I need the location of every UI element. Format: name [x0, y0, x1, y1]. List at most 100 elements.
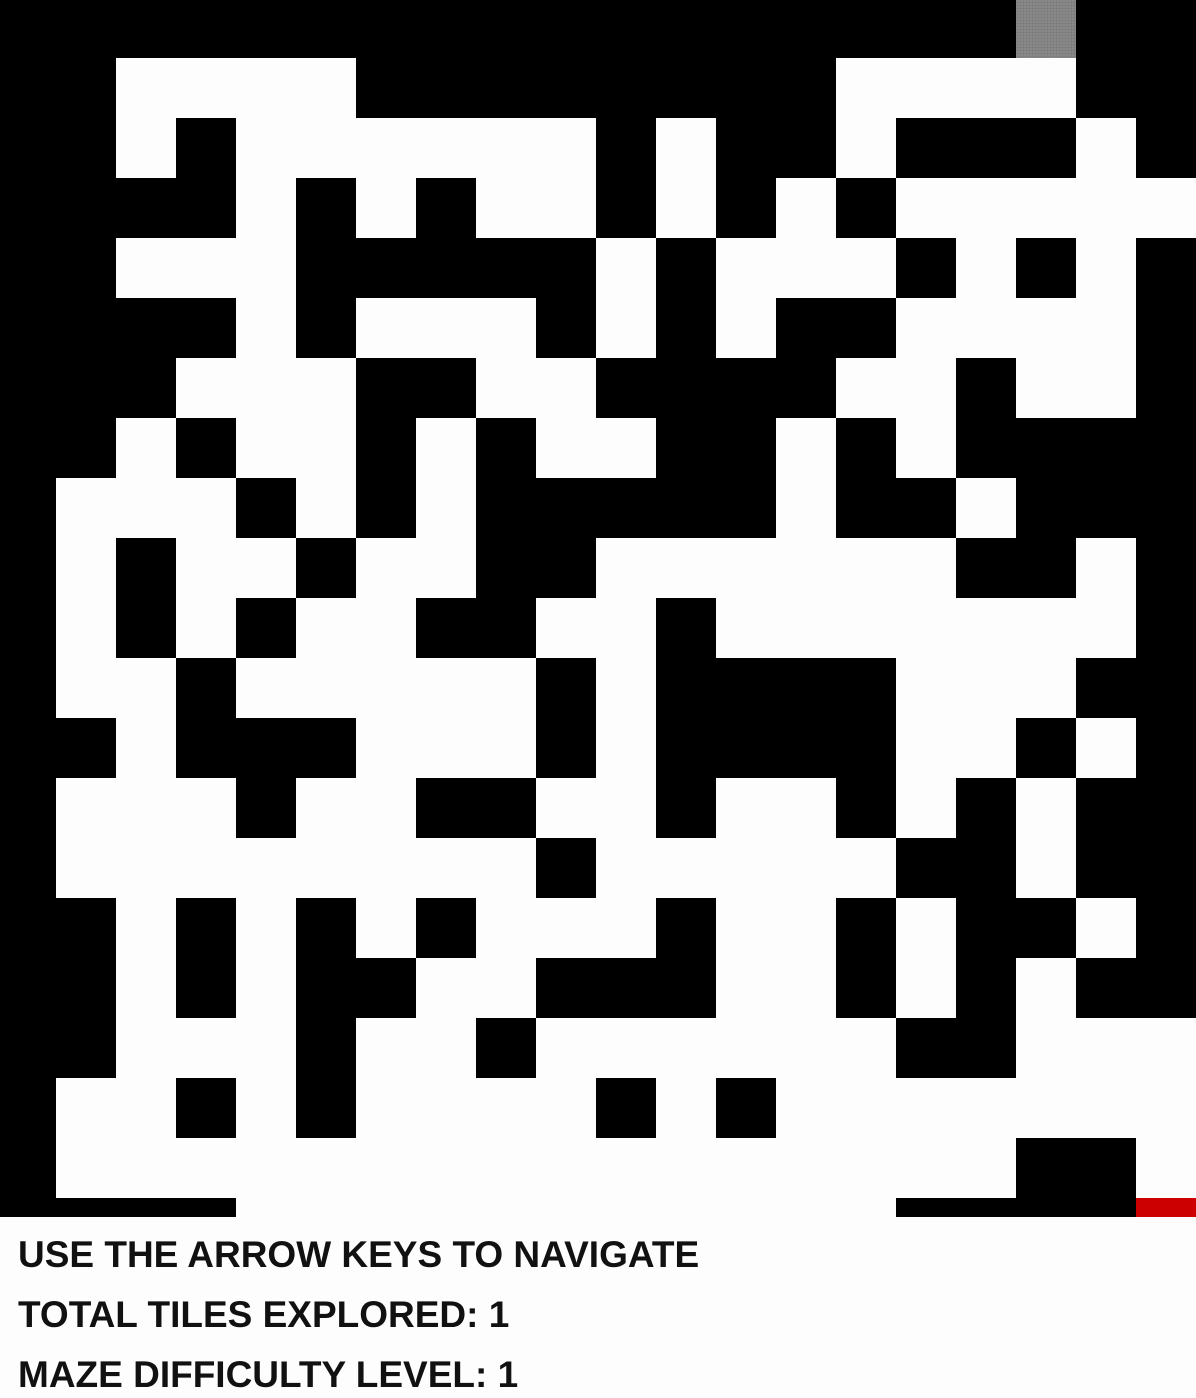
- path-tile: [56, 598, 116, 658]
- path-tile: [356, 1078, 416, 1138]
- path-tile: [776, 1018, 836, 1078]
- path-tile: [896, 418, 956, 478]
- path-tile: [656, 538, 716, 598]
- path-tile: [476, 1078, 536, 1138]
- difficulty-level-label: MAZE DIFFICULTY LEVEL: 1: [18, 1354, 519, 1395]
- path-tile: [716, 598, 776, 658]
- path-tile: [1076, 1078, 1136, 1138]
- path-tile: [776, 1138, 836, 1198]
- path-tile: [1076, 118, 1136, 178]
- path-tile: [716, 238, 776, 298]
- path-tile: [896, 178, 956, 238]
- path-tile: [656, 1198, 716, 1217]
- path-tile: [476, 838, 536, 898]
- path-tile: [596, 298, 656, 358]
- path-tile: [476, 658, 536, 718]
- path-tile: [416, 658, 476, 718]
- path-tile: [1016, 658, 1076, 718]
- path-tile: [476, 1198, 536, 1217]
- path-tile: [236, 418, 296, 478]
- path-tile: [536, 418, 596, 478]
- path-tile: [476, 118, 536, 178]
- path-tile: [116, 1078, 176, 1138]
- path-tile: [1076, 598, 1136, 658]
- path-tile: [1136, 178, 1196, 238]
- path-tile: [356, 838, 416, 898]
- path-tile: [776, 178, 836, 238]
- path-tile: [776, 958, 836, 1018]
- path-tile: [896, 298, 956, 358]
- path-tile: [776, 538, 836, 598]
- path-tile: [716, 838, 776, 898]
- path-tile: [176, 538, 236, 598]
- path-tile: [596, 658, 656, 718]
- path-tile: [236, 238, 296, 298]
- path-tile: [476, 718, 536, 778]
- path-tile: [176, 1138, 236, 1198]
- path-tile: [536, 118, 596, 178]
- path-tile: [836, 598, 896, 658]
- path-tile: [476, 178, 536, 238]
- path-tile: [296, 598, 356, 658]
- path-tile: [896, 898, 956, 958]
- path-tile: [1076, 358, 1136, 418]
- path-tile: [716, 298, 776, 358]
- path-tile: [296, 658, 356, 718]
- path-tile: [536, 1018, 596, 1078]
- player-marker: [1136, 1198, 1196, 1217]
- path-tile: [596, 238, 656, 298]
- path-tile: [836, 838, 896, 898]
- path-tile: [536, 598, 596, 658]
- path-tile: [356, 598, 416, 658]
- path-tile: [896, 58, 956, 118]
- path-tile: [776, 1198, 836, 1217]
- path-tile: [116, 1018, 176, 1078]
- path-tile: [596, 838, 656, 898]
- path-tile: [896, 718, 956, 778]
- path-tile: [896, 1138, 956, 1198]
- path-tile: [56, 1078, 116, 1138]
- path-tile: [536, 358, 596, 418]
- path-tile: [896, 1078, 956, 1138]
- path-tile: [236, 958, 296, 1018]
- path-tile: [296, 1138, 356, 1198]
- path-tile: [776, 778, 836, 838]
- path-tile: [1076, 178, 1136, 238]
- path-tile: [236, 838, 296, 898]
- path-tile: [176, 58, 236, 118]
- path-tile: [1076, 538, 1136, 598]
- path-tile: [356, 658, 416, 718]
- path-tile: [236, 58, 296, 118]
- path-tile: [356, 778, 416, 838]
- path-tile: [656, 1138, 716, 1198]
- path-tile: [956, 178, 1016, 238]
- path-tile: [536, 1078, 596, 1138]
- path-tile: [956, 238, 1016, 298]
- maze-board[interactable]: [0, 0, 1196, 1217]
- path-tile: [416, 1018, 476, 1078]
- path-tile: [776, 898, 836, 958]
- path-tile: [116, 898, 176, 958]
- path-tile: [1016, 178, 1076, 238]
- path-tile: [416, 118, 476, 178]
- path-tile: [836, 358, 896, 418]
- path-tile: [956, 658, 1016, 718]
- path-tile: [356, 1018, 416, 1078]
- path-tile: [536, 178, 596, 238]
- path-tile: [356, 718, 416, 778]
- path-tile: [296, 838, 356, 898]
- path-tile: [416, 838, 476, 898]
- path-tile: [116, 1138, 176, 1198]
- path-tile: [56, 538, 116, 598]
- status-panel: USE THE ARROW KEYS TO NAVIGATE TOTAL TIL…: [0, 1217, 1196, 1398]
- path-tile: [836, 538, 896, 598]
- path-tile: [1016, 1018, 1076, 1078]
- path-tile: [1136, 1078, 1196, 1138]
- path-tile: [896, 958, 956, 1018]
- path-tile: [176, 478, 236, 538]
- path-tile: [116, 958, 176, 1018]
- path-tile: [236, 1138, 296, 1198]
- path-tile: [476, 898, 536, 958]
- path-tile: [596, 418, 656, 478]
- path-tile: [776, 598, 836, 658]
